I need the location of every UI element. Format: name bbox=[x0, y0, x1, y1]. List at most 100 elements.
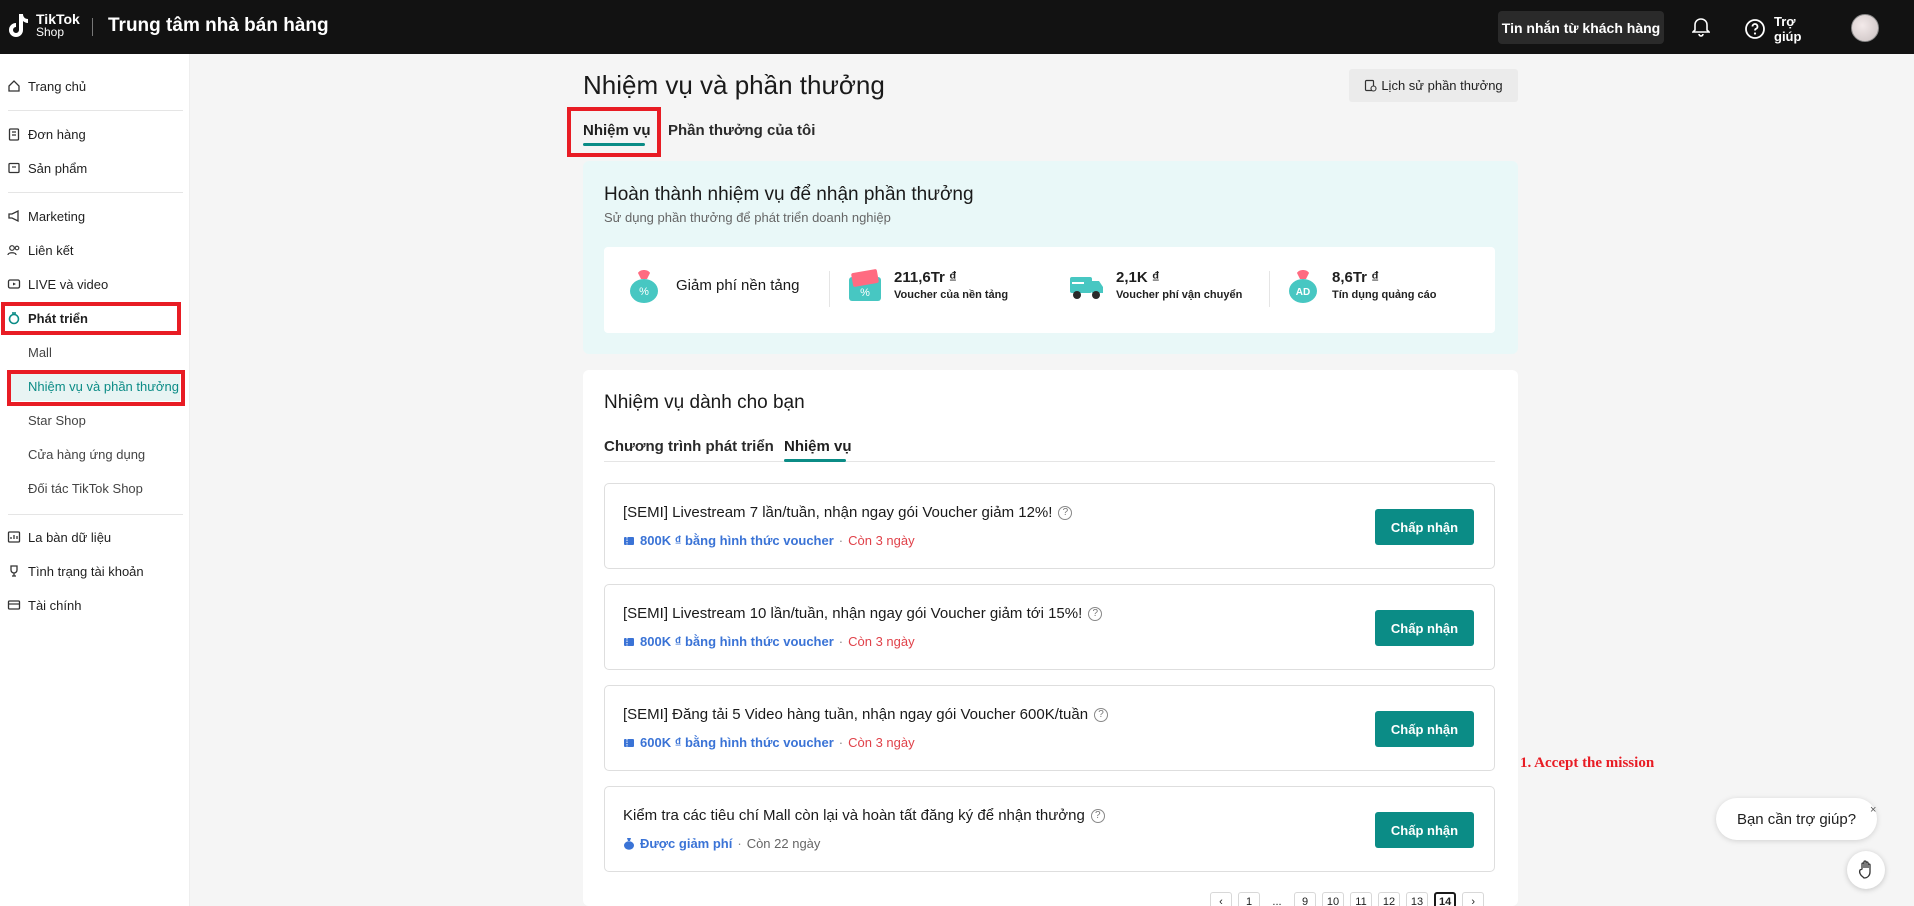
info-icon[interactable]: ? bbox=[1094, 707, 1109, 722]
tiktok-logo-icon bbox=[6, 12, 32, 40]
rewards-hero: Hoàn thành nhiệm vụ để nhận phần thưởng … bbox=[583, 161, 1518, 354]
pagination: ‹ 1 ... 9 10 11 12 13 14 › bbox=[1210, 892, 1485, 906]
sidebar-item-mall[interactable]: Mall bbox=[0, 337, 190, 367]
hand-wave-icon bbox=[1858, 860, 1871, 879]
history-icon bbox=[1365, 79, 1377, 92]
megaphone-icon bbox=[8, 209, 19, 223]
accept-button[interactable]: Chấp nhận bbox=[1375, 711, 1474, 747]
highlight-box-growth bbox=[1, 302, 181, 335]
clipboard-icon bbox=[8, 128, 20, 141]
chart-icon bbox=[7, 531, 21, 543]
voucher-small-icon bbox=[624, 637, 634, 646]
help-label: Trợ giúp bbox=[1774, 14, 1802, 44]
missions-panel: Nhiệm vụ dành cho bạn Chương trình phát … bbox=[583, 370, 1518, 906]
pagination-page-current[interactable]: 14 bbox=[1434, 892, 1457, 906]
mission-card: [SEMI] Livestream 7 lần/tuần, nhận ngay … bbox=[604, 483, 1495, 569]
info-icon[interactable]: ? bbox=[1058, 505, 1073, 520]
pagination-ellipsis: ... bbox=[1272, 896, 1282, 906]
mission-title: [SEMI] Đăng tải 5 Video hàng tuần, nhận … bbox=[623, 706, 1109, 723]
voucher-icon: % bbox=[849, 269, 881, 301]
top-bar: TikTok Shop Trung tâm nhà bán hàng Tin n… bbox=[0, 0, 1914, 54]
tab-my-rewards[interactable]: Phần thưởng của tôi bbox=[668, 122, 815, 139]
reward-platform-voucher: % 211,6Tr ₫ Voucher của nền tảng bbox=[846, 265, 1008, 305]
close-icon[interactable]: × bbox=[1870, 804, 1876, 816]
tab-active-underline bbox=[784, 459, 846, 462]
help-menu[interactable]: Trợ giúp bbox=[1744, 14, 1808, 44]
pagination-page[interactable]: 12 bbox=[1378, 892, 1400, 906]
voucher-small-icon bbox=[624, 738, 634, 747]
avatar[interactable] bbox=[1851, 14, 1879, 42]
accept-button[interactable]: Chấp nhận bbox=[1375, 812, 1474, 848]
mission-card: Kiểm tra các tiêu chí Mall còn lại và ho… bbox=[604, 786, 1495, 872]
highlight-box-missions-rewards bbox=[7, 370, 185, 406]
annotation-text: 1. Accept the mission bbox=[1520, 755, 1655, 771]
mission-card: [SEMI] Livestream 10 lần/tuần, nhận ngay… bbox=[604, 584, 1495, 670]
sidebar-item-partners[interactable]: Đối tác TikTok Shop bbox=[0, 473, 190, 503]
money-bag-icon bbox=[624, 838, 634, 850]
delivery-truck-icon bbox=[1070, 277, 1103, 299]
customer-messages-button[interactable]: Tin nhắn từ khách hàng bbox=[1498, 11, 1664, 44]
sidebar-divider bbox=[8, 110, 183, 111]
info-icon[interactable]: ? bbox=[1090, 808, 1105, 823]
reward-shipping-voucher: 2,1K ₫ Voucher phí vận chuyển bbox=[1066, 265, 1242, 305]
help-chat-bubble[interactable]: Bạn cần trợ giúp? bbox=[1716, 798, 1877, 840]
box-icon bbox=[8, 162, 20, 174]
ad-credit-icon: AD bbox=[1289, 270, 1317, 303]
sidebar-item-account-health[interactable]: Tình trạng tài khoản bbox=[0, 556, 190, 586]
logo-text-sub: Shop bbox=[36, 25, 65, 39]
sidebar-item-live-video[interactable]: LIVE và video bbox=[0, 269, 190, 299]
reward-ad-credit: AD 8,6Tr ₫ Tín dụng quảng cáo bbox=[1284, 265, 1437, 305]
tab-growth-program[interactable]: Chương trình phát triển bbox=[604, 438, 774, 455]
reward-history-button[interactable]: Lịch sử phần thưởng bbox=[1349, 69, 1518, 102]
sidebar-item-products[interactable]: Sản phẩm bbox=[0, 153, 190, 183]
pagination-page[interactable]: 11 bbox=[1350, 892, 1372, 906]
sidebar-item-app-store[interactable]: Cửa hàng ứng dụng bbox=[0, 439, 190, 469]
sidebar-item-affiliate[interactable]: Liên kết bbox=[0, 235, 190, 265]
accept-button[interactable]: Chấp nhận bbox=[1375, 610, 1474, 646]
pagination-page[interactable]: 1 bbox=[1238, 892, 1260, 906]
trophy-icon bbox=[10, 565, 18, 577]
info-icon[interactable]: ? bbox=[1088, 606, 1103, 621]
mission-meta: 600K ₫ bằng hình thức voucher · Còn 3 ng… bbox=[623, 735, 915, 750]
rewards-summary-card: % Giảm phí nền tảng % 211,6Tr ₫ Voucher … bbox=[604, 247, 1495, 333]
money-bag-percent-icon: % bbox=[630, 270, 658, 303]
topbar-divider bbox=[92, 18, 93, 36]
sidebar: Trang chủ Đơn hàng Sản phẩm Marketing Li… bbox=[0, 54, 190, 906]
svg-text:AD: AD bbox=[1296, 287, 1310, 298]
pagination-prev[interactable]: ‹ bbox=[1210, 892, 1232, 906]
pagination-page[interactable]: 13 bbox=[1406, 892, 1428, 906]
pagination-page[interactable]: 10 bbox=[1322, 892, 1344, 906]
reward-history-label: Lịch sử phần thưởng bbox=[1381, 78, 1503, 93]
page-title: Nhiệm vụ và phần thưởng bbox=[583, 70, 885, 100]
sidebar-item-data-compass[interactable]: La bàn dữ liệu bbox=[0, 522, 190, 552]
tab-missions-list[interactable]: Nhiệm vụ bbox=[784, 438, 852, 455]
question-circle-icon bbox=[1745, 19, 1765, 39]
reward-separator bbox=[829, 271, 830, 307]
sidebar-divider bbox=[8, 514, 183, 515]
pagination-page[interactable]: 9 bbox=[1294, 892, 1316, 906]
sidebar-item-finance[interactable]: Tài chính bbox=[0, 590, 190, 620]
missions-title: Nhiệm vụ dành cho bạn bbox=[604, 392, 805, 413]
video-icon bbox=[7, 279, 21, 289]
reward-separator bbox=[1269, 271, 1270, 307]
tab-active-underline bbox=[583, 143, 645, 146]
mission-title: [SEMI] Livestream 10 lần/tuần, nhận ngay… bbox=[623, 605, 1103, 622]
accept-button[interactable]: Chấp nhận bbox=[1375, 509, 1474, 545]
mission-meta: 800K ₫ bằng hình thức voucher · Còn 3 ng… bbox=[623, 634, 915, 649]
tiktok-shop-logo[interactable]: TikTok Shop bbox=[6, 12, 80, 40]
sidebar-item-marketing[interactable]: Marketing bbox=[0, 201, 190, 231]
home-icon bbox=[8, 80, 20, 92]
pagination-next[interactable]: › bbox=[1462, 892, 1485, 906]
tabs-baseline bbox=[604, 461, 1495, 462]
users-icon bbox=[7, 245, 20, 256]
svg-text:%: % bbox=[639, 286, 649, 298]
sidebar-item-home[interactable]: Trang chủ bbox=[0, 71, 190, 101]
app-title: Trung tâm nhà bán hàng bbox=[108, 15, 329, 36]
bell-icon[interactable] bbox=[1691, 17, 1711, 42]
tab-missions[interactable]: Nhiệm vụ bbox=[583, 122, 651, 139]
sidebar-item-star-shop[interactable]: Star Shop bbox=[0, 405, 190, 435]
help-chat-button[interactable] bbox=[1847, 851, 1885, 889]
wallet-icon bbox=[7, 600, 21, 610]
sidebar-item-orders[interactable]: Đơn hàng bbox=[0, 119, 190, 149]
mission-meta: Được giảm phí · Còn 22 ngày bbox=[623, 836, 820, 851]
